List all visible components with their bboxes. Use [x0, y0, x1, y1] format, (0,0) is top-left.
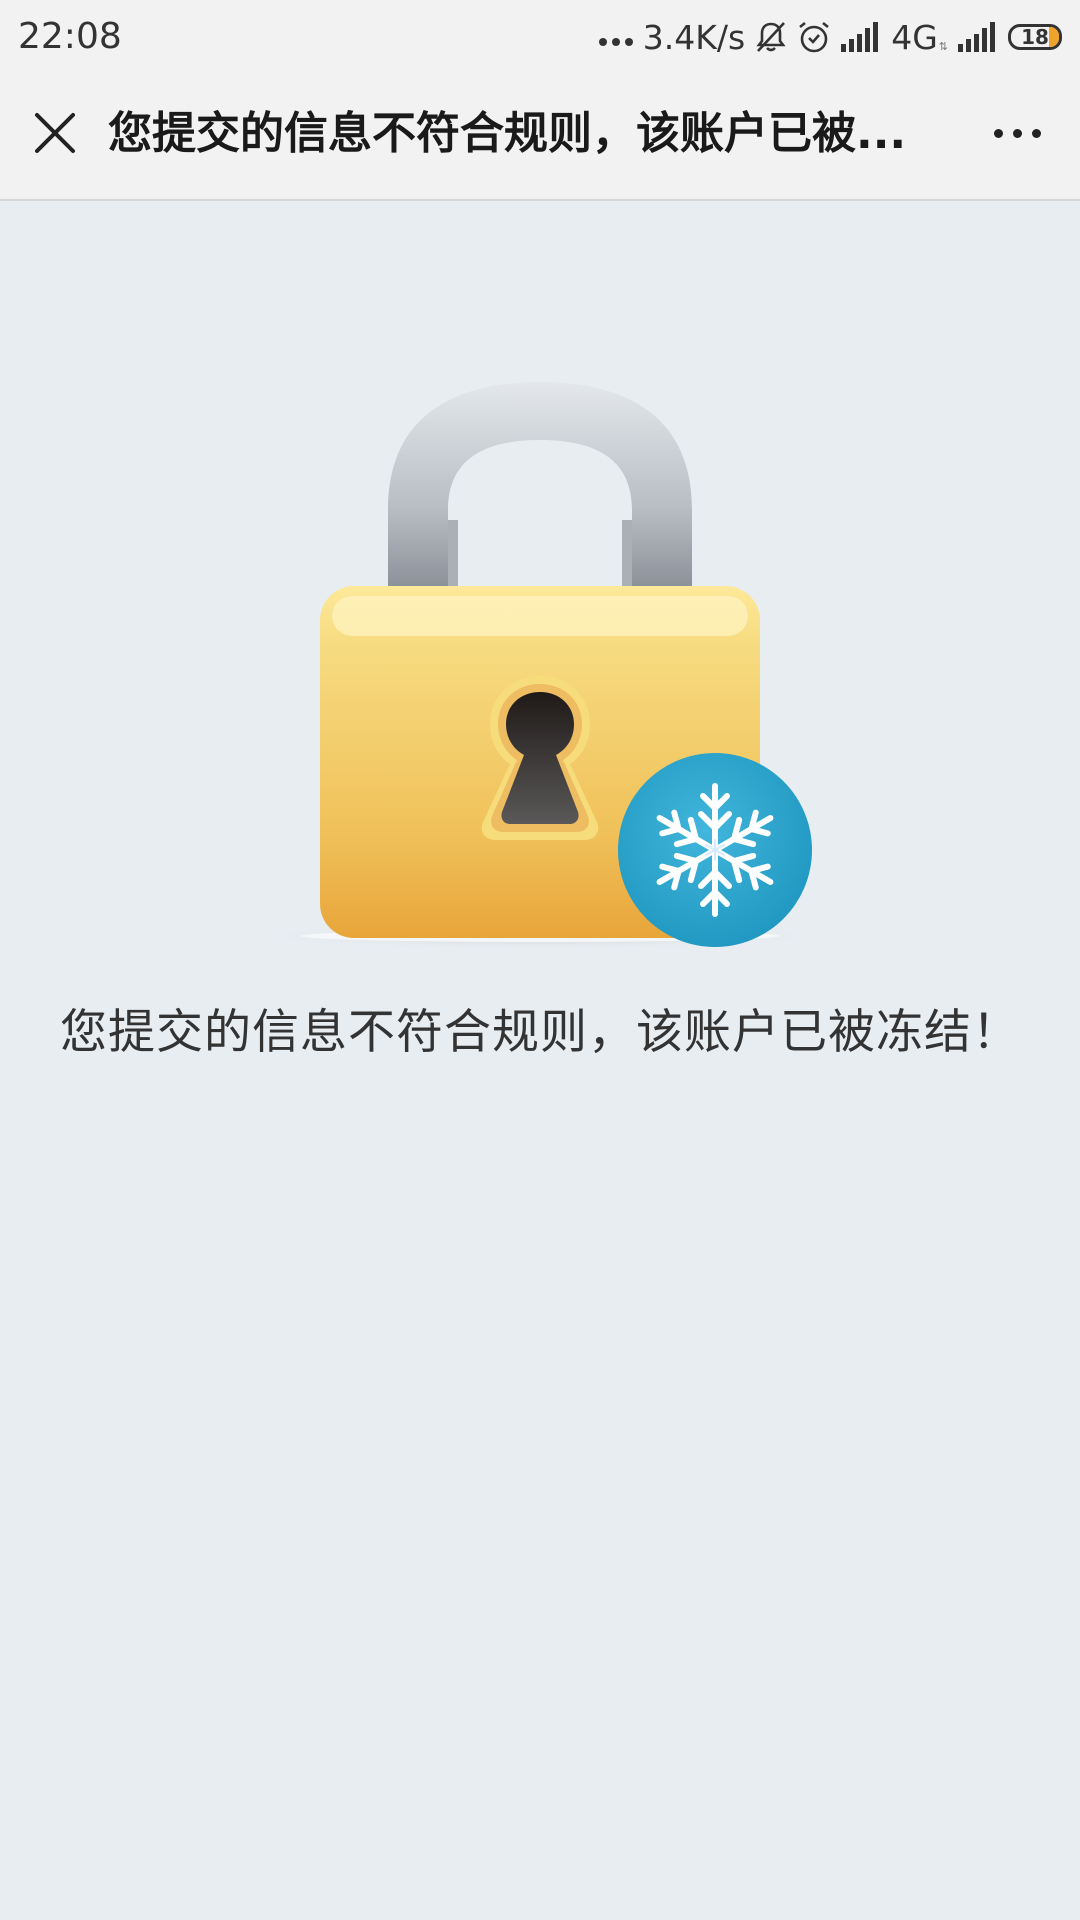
frozen-account-message: 您提交的信息不符合规则，该账户已被冻结！ — [60, 1005, 1020, 1060]
frozen-lock-icon — [250, 382, 830, 950]
status-icons: 3.4K/s 4G ⇅ 18 — [598, 14, 1062, 60]
more-icon-dot — [1031, 128, 1041, 138]
battery-icon: 18 — [1008, 24, 1062, 50]
page-title: 您提交的信息不符合规则，该账户已被... — [108, 108, 907, 159]
battery-fill — [1049, 27, 1059, 47]
network-speed: 3.4K/s — [642, 17, 746, 57]
signal-icon — [841, 22, 879, 52]
screen: 22:08 3.4K/s 4G ⇅ 18 您提交的信息不符合规则，该账户已被..… — [0, 0, 1080, 1920]
more-icon-dot — [993, 128, 1003, 138]
more-dots-icon — [598, 38, 633, 46]
network-type-label: 4G — [891, 17, 938, 57]
battery-level: 18 — [1021, 25, 1049, 49]
alarm-icon — [799, 21, 830, 53]
signal-icon-2 — [958, 22, 995, 52]
status-bar: 22:08 3.4K/s 4G ⇅ 18 — [0, 0, 1080, 75]
more-button[interactable] — [982, 98, 1052, 168]
close-button[interactable] — [20, 98, 90, 168]
mute-bell-icon — [756, 22, 786, 52]
close-icon — [35, 113, 75, 153]
status-time: 22:08 — [18, 16, 122, 57]
title-bar: 您提交的信息不符合规则，该账户已被... — [0, 75, 1080, 201]
network-arrows-icon: ⇅ — [938, 39, 948, 53]
battery-body: 18 — [1008, 24, 1062, 50]
more-icon-dot — [1012, 128, 1022, 138]
network-type: 4G ⇅ — [891, 18, 948, 57]
